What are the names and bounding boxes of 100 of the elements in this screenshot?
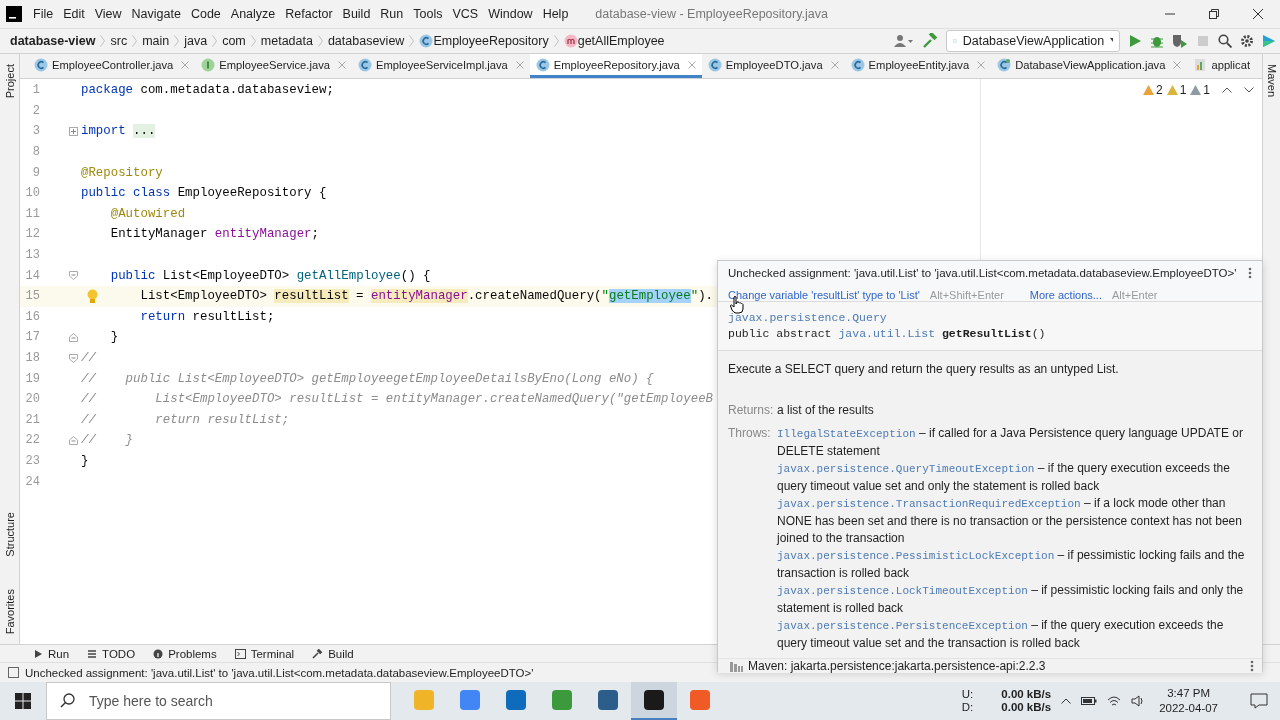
chevron-right-icon <box>174 35 180 47</box>
tool-window-button[interactable]: TODO <box>80 647 143 660</box>
menu-item[interactable]: View <box>89 7 127 21</box>
breadcrumb-item[interactable]: EmployeeRepository <box>433 34 549 48</box>
tool-window-button[interactable]: Terminal <box>227 647 302 660</box>
search-field[interactable]: Type here to search <box>46 682 391 720</box>
exception-link[interactable]: javax.persistence.PersistenceException <box>777 620 1028 632</box>
menu-item[interactable]: Help <box>537 7 574 21</box>
menu-item[interactable]: VCS <box>447 7 484 21</box>
tool-window-button[interactable]: Run <box>26 647 77 660</box>
code-line: public class EmployeeRepository { <box>81 186 327 201</box>
app-icon <box>459 689 481 711</box>
shortcut-hint: Alt+Enter <box>1112 289 1158 301</box>
close-icon[interactable] <box>1173 60 1182 69</box>
windows-logo-icon <box>15 693 31 709</box>
class-icon <box>535 57 550 72</box>
tool-window-tab[interactable]: Favorites <box>3 584 16 638</box>
shield-run-icon[interactable] <box>1172 34 1188 48</box>
clock[interactable]: 3:47 PM 2022-04-07 <box>1159 686 1218 716</box>
line-number: 13 <box>24 248 40 263</box>
menu-item[interactable]: Navigate <box>126 7 186 21</box>
close-icon[interactable] <box>830 60 839 69</box>
breadcrumb-item[interactable]: src <box>110 34 128 48</box>
breadcrumb-item[interactable]: metadata <box>260 34 313 48</box>
returns-text: a list of the results <box>777 402 875 419</box>
menu-item[interactable]: Code <box>185 7 226 21</box>
menu-item[interactable]: Build <box>337 7 376 21</box>
close-icon[interactable] <box>181 60 190 69</box>
code-line: // return resultList; <box>81 412 290 427</box>
time-text: 3:47 PM <box>1167 686 1210 701</box>
chevron-right-icon <box>409 35 415 47</box>
menu-item[interactable]: Analyze <box>225 7 281 21</box>
warning-counter[interactable]: 1 <box>1190 83 1210 97</box>
menu-item[interactable]: File <box>28 7 59 21</box>
breadcrumb-item[interactable]: databaseview <box>327 34 405 48</box>
exception-link[interactable]: javax.persistence.TransactionRequiredException <box>777 498 1081 510</box>
exception-link[interactable]: javax.persistence.QueryTimeoutException <box>777 463 1035 475</box>
network-label: D: <box>961 701 974 714</box>
editor-tab[interactable]: EmployeeService.java <box>195 54 352 78</box>
chevron-down-icon[interactable] <box>1244 87 1254 93</box>
exception-link[interactable]: javax.persistence.PessimisticLockException <box>777 550 1055 562</box>
editor-tab[interactable]: DatabaseViewApplication.java <box>991 54 1188 78</box>
close-icon[interactable] <box>337 60 346 69</box>
menu-item[interactable]: Tools <box>408 7 448 21</box>
quick-fix-link[interactable]: More actions... <box>1029 289 1102 301</box>
run-icon[interactable] <box>1128 34 1142 48</box>
run-configuration-dropdown[interactable]: DatabaseViewApplication <box>946 30 1120 52</box>
tool-window-tab[interactable]: Structure <box>3 508 16 561</box>
app-logo-icon[interactable] <box>1262 34 1276 48</box>
lightbulb-icon[interactable] <box>87 288 98 304</box>
code-line: @Repository <box>81 165 163 180</box>
more-options-icon[interactable] <box>1248 267 1252 279</box>
warning-counter[interactable]: 1 <box>1166 83 1187 97</box>
exception-link[interactable]: IllegalStateException <box>777 428 916 440</box>
bug-icon[interactable] <box>1150 34 1164 48</box>
more-options-icon[interactable] <box>1250 660 1254 672</box>
user-icon[interactable] <box>894 34 914 48</box>
section-label: Throws: <box>728 425 772 442</box>
tool-window-tab[interactable]: Project <box>3 60 16 103</box>
battery-icon[interactable] <box>1081 696 1098 706</box>
settings-icon[interactable] <box>1240 34 1254 48</box>
menu-item[interactable]: Edit <box>58 7 90 21</box>
chevron-right-icon <box>132 35 138 47</box>
search-icon[interactable] <box>1218 34 1232 48</box>
breadcrumb-item[interactable]: java <box>184 34 208 48</box>
exception-link[interactable]: javax.persistence.LockTimeoutException <box>777 585 1028 597</box>
breadcrumb-item[interactable]: getAllEmployee <box>577 34 665 48</box>
tool-window-button[interactable]: Problems <box>146 647 224 660</box>
problem-description: Unchecked assignment: 'java.util.List' to 'java.util.List<com.metadata.databaseview.EmployeeDTO>' <box>728 267 1237 279</box>
close-icon[interactable] <box>687 60 696 69</box>
editor-tab[interactable]: EmployeeDTO.java <box>701 54 845 78</box>
close-icon[interactable] <box>515 60 524 69</box>
menu-item[interactable]: Refactor <box>280 7 338 21</box>
editor-tab[interactable]: EmployeeRepository.java <box>529 54 702 78</box>
breadcrumb-item[interactable]: main <box>142 34 170 48</box>
window-title: database-view - EmployeeRepository.java <box>595 7 828 21</box>
breadcrumb-item[interactable]: database-view <box>10 34 96 48</box>
close-icon[interactable] <box>977 60 986 69</box>
line-number: 3 <box>31 124 40 139</box>
quick-fix-link[interactable]: Change variable 'resultList' type to 'List' <box>728 289 920 301</box>
editor-tab[interactable]: EmployeeEntity.java <box>844 54 992 78</box>
editor-tab[interactable]: EmployeeServiceImpl.java <box>351 54 530 78</box>
breadcrumb-item[interactable]: com <box>222 34 246 48</box>
chevron-up-icon[interactable] <box>1061 698 1072 704</box>
tool-window-button[interactable]: Build <box>305 647 361 660</box>
editor-tab[interactable]: applicat <box>1187 54 1256 78</box>
wifi-icon[interactable] <box>1107 695 1122 707</box>
taskbar-app-button[interactable] <box>631 682 677 720</box>
editor-tab[interactable]: EmployeeController.java <box>28 54 196 78</box>
speaker-icon[interactable] <box>1131 695 1146 707</box>
chevron-up-icon[interactable] <box>1222 87 1232 93</box>
hammer-icon[interactable] <box>922 33 938 49</box>
warning-counter[interactable]: 2 <box>1142 83 1163 97</box>
notification-icon[interactable] <box>1250 693 1268 709</box>
menu-item[interactable]: Run <box>375 7 409 21</box>
tool-window-tab[interactable]: Maven <box>1265 60 1278 102</box>
menu-item[interactable]: Window <box>483 7 538 21</box>
line-number: 23 <box>24 454 40 468</box>
app-icon <box>643 689 665 711</box>
class-link[interactable]: javax.persistence.Query <box>728 311 887 324</box>
